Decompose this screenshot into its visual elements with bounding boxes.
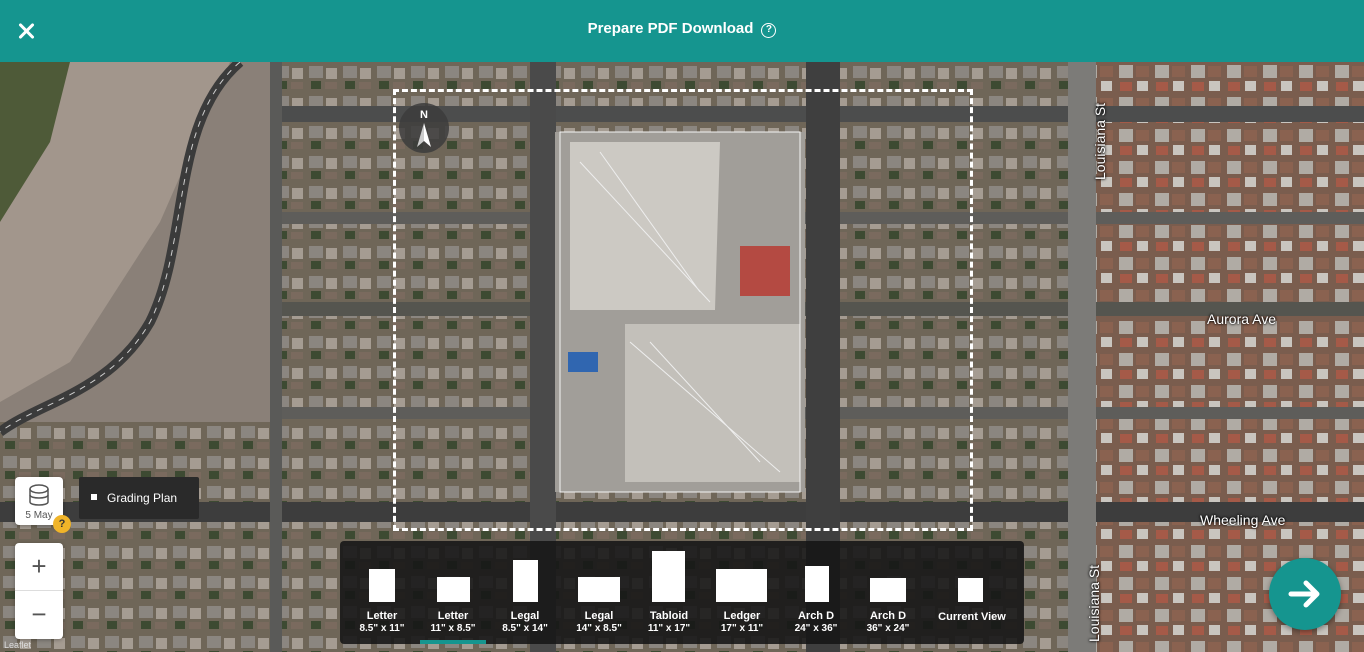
paper-preview	[652, 551, 685, 602]
paper-option-name: Legal	[510, 610, 540, 622]
page-title-wrap: Prepare PDF Download?	[0, 20, 1364, 38]
page-title: Prepare PDF Download	[587, 20, 754, 37]
compass: N	[399, 103, 449, 153]
paper-size-panel: Letter 8.5" x 11" Letter 11" x 8.5" Lega…	[340, 541, 1024, 644]
paper-option-dims: 14" x 8.5"	[576, 623, 622, 634]
help-icon[interactable]: ?	[761, 23, 777, 38]
paper-option-name: Letter	[366, 610, 398, 622]
paper-option-legal-landscape[interactable]: Legal 14" x 8.5"	[569, 541, 629, 644]
paper-preview	[513, 560, 538, 602]
paper-preview	[870, 578, 906, 602]
north-arrow-icon	[417, 123, 431, 147]
paper-option-name: Ledger	[723, 610, 761, 622]
arrow-right-icon	[1288, 580, 1320, 608]
paper-option-dims: 24" x 36"	[794, 623, 838, 634]
paper-option-letter-portrait[interactable]: Letter 8.5" x 11"	[354, 541, 410, 644]
selected-size-indicator	[420, 640, 486, 644]
paper-preview	[805, 566, 829, 602]
paper-option-dims: 8.5" x 11"	[359, 623, 405, 634]
layer-tooltip: Grading Plan	[79, 477, 199, 519]
paper-option-dims: 11" x 17"	[647, 623, 691, 634]
paper-option-name: Legal	[584, 610, 614, 622]
zoom-out-button[interactable]: −	[15, 591, 63, 639]
compass-label: N	[420, 109, 428, 121]
street-label-louisiana-bottom: Louisiana St	[1086, 564, 1102, 642]
paper-option-name: Current View	[938, 611, 1006, 623]
paper-option-dims: 11" x 8.5"	[430, 623, 476, 634]
warning-badge[interactable]: ?	[53, 515, 71, 533]
layer-name: Grading Plan	[107, 491, 178, 505]
header-bar: Prepare PDF Download?	[0, 0, 1364, 62]
paper-preview	[578, 577, 620, 602]
layers-icon	[29, 484, 49, 506]
paper-option-archd-landscape[interactable]: Arch D 36" x 24"	[858, 541, 918, 644]
paper-preview	[369, 569, 395, 602]
paper-option-name: Arch D	[869, 610, 907, 622]
layer-bullet-icon	[91, 494, 97, 500]
paper-preview	[958, 578, 983, 602]
paper-preview	[437, 577, 470, 602]
street-label-louisiana-top: Louisiana St	[1092, 102, 1108, 180]
paper-option-current-view[interactable]: Current View	[932, 541, 1012, 644]
paper-option-dims: 36" x 24"	[866, 623, 910, 634]
next-button[interactable]	[1269, 558, 1341, 630]
paper-option-archd-portrait[interactable]: Arch D 24" x 36"	[786, 541, 846, 644]
street-label-wheeling: Wheeling Ave	[1200, 512, 1286, 528]
paper-option-legal-portrait[interactable]: Legal 8.5" x 14"	[496, 541, 554, 644]
paper-option-dims: 17" x 11"	[720, 623, 764, 634]
street-label-aurora: Aurora Ave	[1207, 311, 1277, 327]
zoom-in-button[interactable]: +	[15, 543, 63, 591]
map-attribution[interactable]: Leaflet	[4, 640, 31, 650]
paper-option-ledger[interactable]: Ledger 17" x 11"	[712, 541, 772, 644]
paper-option-name: Letter	[437, 610, 469, 622]
paper-preview	[716, 569, 767, 602]
paper-option-dims: 8.5" x 14"	[502, 623, 548, 634]
paper-option-name: Arch D	[797, 610, 835, 622]
paper-option-letter-landscape[interactable]: Letter 11" x 8.5"	[422, 541, 484, 644]
print-area-frame[interactable]	[393, 89, 973, 531]
paper-option-name: Tabloid	[649, 610, 689, 622]
zoom-control: + −	[15, 543, 63, 639]
paper-option-tabloid[interactable]: Tabloid 11" x 17"	[640, 541, 698, 644]
